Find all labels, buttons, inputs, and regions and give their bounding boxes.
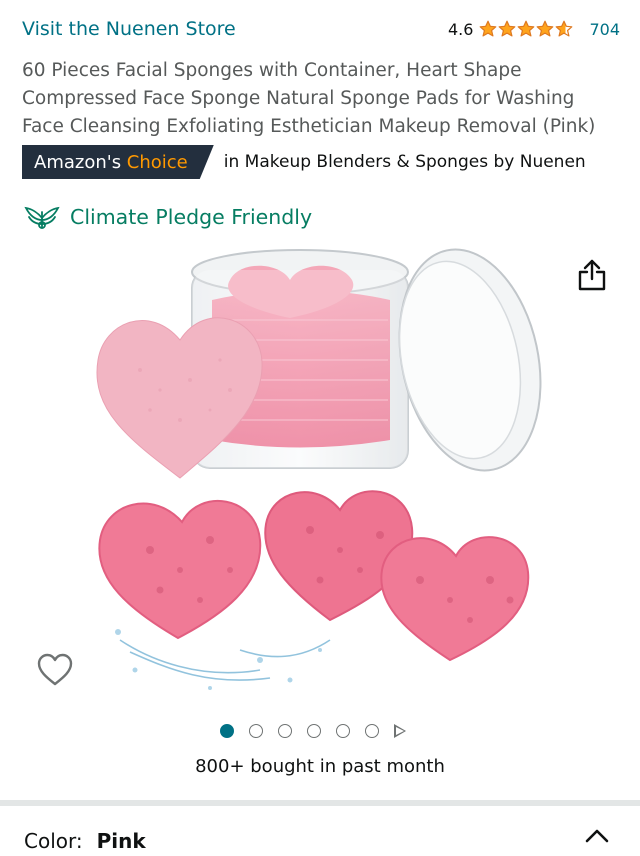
bought-count: 800+ bought in past month [195,756,445,777]
image-carousel-dots [220,724,406,738]
star-full-icon [518,20,535,37]
climate-pledge-icon [24,206,60,229]
badge-prefix: Amazon's [34,151,127,173]
rating-summary[interactable]: 4.6 704 [448,20,620,39]
badge-highlight: Choice [126,151,188,173]
star-full-icon [499,20,516,37]
color-value: Pink [96,829,146,853]
star-full-icon [480,20,497,37]
review-count-link[interactable]: 704 [589,20,620,39]
amazons-choice-badge[interactable]: Amazon's Choice [22,145,214,179]
carousel-dot[interactable] [365,724,379,738]
carousel-dot[interactable] [307,724,321,738]
section-divider [0,800,640,806]
chevron-up-icon[interactable] [584,826,610,846]
carousel-dot[interactable] [249,724,263,738]
carousel-dot[interactable] [336,724,350,738]
star-half-icon [556,20,573,37]
climate-pledge-label: Climate Pledge Friendly [70,205,313,229]
rating-value: 4.6 [448,19,474,39]
product-image[interactable] [90,240,560,700]
star-full-icon [537,20,554,37]
carousel-dot[interactable] [278,724,292,738]
star-rating [479,20,573,38]
badge-context: in Makeup Blenders & Sponges by Nuenen [223,152,586,172]
product-title: 60 Pieces Facial Sponges with Container,… [22,60,596,137]
store-rating-row: Visit the Nuenen Store 4.6 704 [22,14,620,44]
amazons-choice-row: Amazon's Choice in Makeup Blenders & Spo… [22,145,586,179]
color-label: Color: [24,829,83,853]
heart-icon[interactable] [36,652,74,688]
color-selector-row[interactable]: Color: Pink [24,824,146,856]
climate-pledge-row[interactable]: Climate Pledge Friendly [22,202,312,232]
carousel-dot[interactable] [220,724,234,738]
store-link[interactable]: Visit the Nuenen Store [22,18,236,40]
share-icon[interactable] [577,258,607,292]
play-video-icon[interactable] [394,724,406,738]
